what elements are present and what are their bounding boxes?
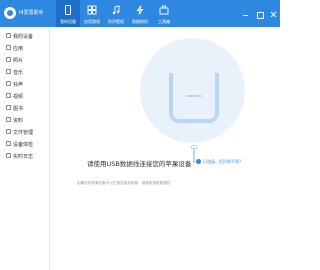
window-controls <box>240 3 277 19</box>
apps-icon <box>87 5 97 15</box>
tab-toolbox[interactable]: 工具箱 <box>152 0 176 27</box>
main-content: 请使用USB数据线连接您的苹果设备 已连接，但识别不到? 如果您的苹果设备可以正… <box>51 27 280 270</box>
book-icon <box>6 105 11 110</box>
contacts-icon <box>6 117 11 122</box>
connect-device-message: 请使用USB数据线连接您的苹果设备 <box>87 160 192 168</box>
tab-apps-games[interactable]: 应用游戏 <box>80 0 104 27</box>
sidebar-item-videos[interactable]: 视频 <box>0 91 50 101</box>
tab-my-device[interactable]: 我的设备 <box>56 0 80 27</box>
sidebar-item-file-manager[interactable]: 文件管理 <box>0 127 50 137</box>
sidebar-item-photos[interactable]: 照片 <box>0 55 50 65</box>
video-icon <box>6 93 11 98</box>
maximize-icon[interactable] <box>256 11 264 19</box>
sidebar: 我的设备 应用 照片 音乐 铃声 视频 图书 资料 文件管理 设备体检 实时日志 <box>0 27 50 270</box>
sidebar-item-realtime-log[interactable]: 实时日志 <box>0 151 50 161</box>
apps-icon <box>6 45 11 50</box>
sidebar-item-label: 我的设备 <box>13 34 34 40</box>
music-icon <box>112 5 120 15</box>
phone-home-bar-icon <box>186 95 202 97</box>
sidebar-item-label: 图书 <box>13 106 24 112</box>
tab-ringtones-wallpapers[interactable]: 铃声壁纸 <box>104 0 128 27</box>
connection-help-link[interactable]: 已连接，但识别不到? <box>203 159 241 165</box>
sidebar-item-label: 照片 <box>13 58 24 64</box>
sidebar-item-label: 资料 <box>13 118 24 124</box>
sidebar-item-label: 视频 <box>13 94 24 100</box>
sidebar-item-ringtones[interactable]: 铃声 <box>0 79 50 89</box>
photo-icon <box>6 57 11 62</box>
music-icon <box>6 69 11 74</box>
tab-label: 智能刷机 <box>132 19 148 24</box>
sidebar-item-label: 应用 <box>13 46 24 52</box>
tab-label: 应用游戏 <box>84 19 100 24</box>
app-logo-icon <box>4 7 16 19</box>
app-title: i4爱思助手 <box>19 10 44 16</box>
device-icon <box>6 33 11 38</box>
bell-icon <box>6 81 11 86</box>
check-icon <box>6 141 11 146</box>
toolbox-icon <box>159 5 169 15</box>
sidebar-item-label: 实时日志 <box>13 154 34 160</box>
connection-footnote: 如果您的苹果设备可以正常连接到电脑，请重新插拔数据线 <box>77 181 171 185</box>
flash-icon <box>136 5 144 15</box>
sidebar-item-label: 设备体检 <box>13 142 34 148</box>
folder-icon <box>6 129 11 134</box>
sidebar-item-contacts[interactable]: 资料 <box>0 115 50 125</box>
app-window: i4爱思助手 我的设备 应用游戏 铃声壁纸 智能刷机 工具箱 我的设备 应用 照… <box>0 0 280 270</box>
phone-illustration-icon <box>169 73 219 123</box>
tab-label: 铃声壁纸 <box>108 19 124 24</box>
device-icon <box>65 5 71 15</box>
tab-smart-flash[interactable]: 智能刷机 <box>128 0 152 27</box>
close-icon[interactable] <box>270 11 277 18</box>
sidebar-item-my-device[interactable]: 我的设备 <box>0 31 50 41</box>
sidebar-item-label: 文件管理 <box>13 130 34 136</box>
sidebar-item-apps[interactable]: 应用 <box>0 43 50 53</box>
sidebar-item-books[interactable]: 图书 <box>0 103 50 113</box>
sidebar-item-label: 铃声 <box>13 82 24 88</box>
minimize-icon[interactable] <box>242 11 249 18</box>
tab-label: 工具箱 <box>158 19 170 24</box>
top-bar: i4爱思助手 我的设备 应用游戏 铃声壁纸 智能刷机 工具箱 <box>0 0 280 27</box>
tab-label: 我的设备 <box>60 19 76 24</box>
help-icon[interactable] <box>196 159 201 164</box>
sidebar-item-device-check[interactable]: 设备体检 <box>0 139 50 149</box>
log-icon <box>6 153 11 158</box>
usb-cable-icon <box>193 149 195 163</box>
sidebar-item-music[interactable]: 音乐 <box>0 67 50 77</box>
sidebar-item-label: 音乐 <box>13 70 24 76</box>
